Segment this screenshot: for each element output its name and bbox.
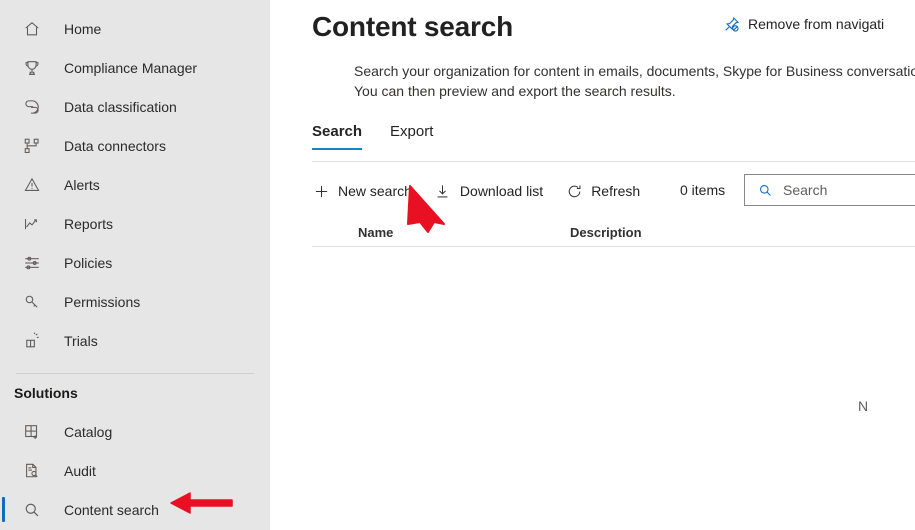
search-icon — [757, 182, 773, 198]
download-icon — [434, 182, 452, 200]
plus-icon — [312, 182, 330, 200]
magnifier-icon — [20, 498, 44, 522]
command-bar: New search Download list Refresh 0 items… — [312, 174, 915, 208]
results-table-header: Name Description — [312, 218, 915, 246]
gift-box-icon — [20, 329, 44, 353]
sliders-icon — [20, 251, 44, 275]
tag-icon — [20, 95, 44, 119]
sidebar-item-alerts[interactable]: Alerts — [0, 165, 270, 204]
tab-label: Search — [312, 123, 363, 140]
page-header: Content search Remove from navigati Sear… — [270, 0, 915, 101]
home-icon — [20, 17, 44, 41]
empty-results-note: N — [858, 398, 869, 414]
refresh-label: Refresh — [591, 183, 641, 199]
sidebar-item-label: Audit — [64, 462, 96, 479]
sidebar-item-permissions[interactable]: Permissions — [0, 282, 270, 321]
left-navigation-sidebar: Home Compliance Manager Data classificat… — [0, 0, 270, 530]
remove-from-navigation-label: Remove from navigati — [748, 16, 885, 32]
sidebar-item-label: Home — [64, 20, 102, 37]
sidebar-section-solutions: Solutions — [14, 385, 78, 401]
sidebar-item-label: Permissions — [64, 293, 141, 310]
page-description: Search your organization for content in … — [354, 63, 915, 99]
refresh-icon — [565, 182, 583, 200]
sidebar-item-data-classification[interactable]: Data classification — [0, 87, 270, 126]
tab-active-underline — [312, 148, 363, 150]
sidebar-item-catalog[interactable]: Catalog — [0, 412, 270, 451]
sidebar-item-label: Compliance Manager — [64, 59, 198, 76]
sidebar-item-label: Data connectors — [64, 137, 166, 154]
remove-from-navigation-button[interactable]: Remove from navigati — [722, 15, 884, 33]
trophy-icon — [20, 56, 44, 80]
column-header-name[interactable]: Name — [358, 225, 393, 240]
main-content-area: Content search Remove from navigati Sear… — [270, 0, 915, 530]
sidebar-item-label: Trials — [64, 332, 98, 349]
items-count: 0 items — [680, 182, 726, 198]
sidebar-item-trials[interactable]: Trials — [0, 321, 270, 360]
sidebar-item-data-connectors[interactable]: Data connectors — [0, 126, 270, 165]
search-input[interactable] — [783, 182, 915, 198]
sidebar-item-label: Catalog — [64, 423, 113, 440]
search-box[interactable] — [744, 174, 915, 206]
tab-label: Export — [390, 123, 434, 140]
sidebar-item-label: Policies — [64, 254, 113, 271]
tab-export[interactable]: Export — [390, 123, 433, 150]
key-icon — [20, 290, 44, 314]
refresh-button[interactable]: Refresh — [565, 175, 650, 207]
sidebar-item-content-search[interactable]: Content search — [0, 490, 270, 529]
sidebar-item-audit[interactable]: Audit — [0, 451, 270, 490]
sidebar-item-label: Reports — [64, 215, 114, 232]
download-list-button[interactable]: Download list — [434, 175, 553, 207]
new-search-label: New search — [338, 183, 412, 199]
selection-indicator — [2, 497, 5, 522]
tab-list: Search Export — [312, 123, 915, 157]
hierarchy-icon — [20, 134, 44, 158]
sidebar-item-label: Alerts — [64, 176, 100, 193]
unpin-icon — [722, 15, 740, 33]
content-search-page: Home Compliance Manager Data classificat… — [0, 0, 915, 530]
table-header-divider — [312, 246, 915, 247]
tabs-divider — [312, 161, 915, 162]
sidebar-item-compliance-manager[interactable]: Compliance Manager — [0, 48, 270, 87]
sidebar-item-reports[interactable]: Reports — [0, 204, 270, 243]
download-list-label: Download list — [459, 183, 544, 199]
new-search-button[interactable]: New search — [312, 175, 422, 207]
warning-triangle-icon — [20, 173, 44, 197]
sidebar-item-policies[interactable]: Policies — [0, 243, 270, 282]
line-chart-icon — [20, 212, 44, 236]
sidebar-item-home[interactable]: Home — [0, 9, 270, 48]
sidebar-item-label: Content search — [64, 501, 159, 518]
column-header-description[interactable]: Description — [570, 225, 642, 240]
sidebar-item-label: Data classification — [64, 98, 177, 115]
grid-plus-icon — [20, 420, 44, 444]
tab-search[interactable]: Search — [312, 123, 363, 150]
document-search-icon — [20, 459, 44, 483]
